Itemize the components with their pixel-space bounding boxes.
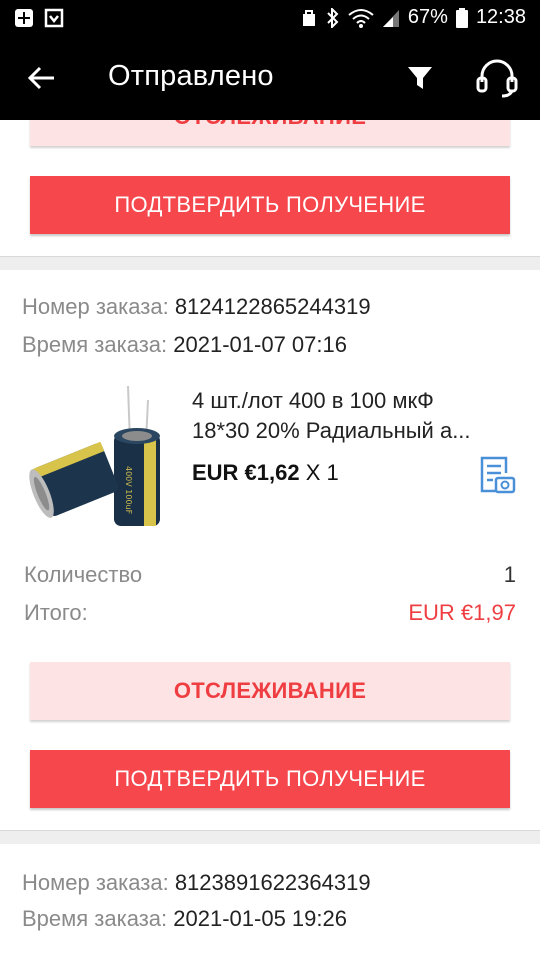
wifi-icon (348, 8, 374, 28)
order-number-value: 8124122865244319 (174, 294, 371, 319)
orders-list[interactable]: ОТСЛЕЖИВАНИЕ ПОДТВЕРДИТЬ ПОЛУЧЕНИЕ Номер… (0, 120, 540, 960)
page-title: Отправлено (108, 60, 274, 92)
track-button-label: ОТСЛЕЖИВАНИЕ (173, 678, 367, 703)
app-bar: Отправлено (0, 38, 540, 120)
order-time-value: 2021-01-07 07:16 (173, 332, 347, 357)
confirm-button-label: ПОДТВЕРДИТЬ ПОЛУЧЕНИЕ (114, 766, 426, 791)
product-title[interactable]: 4 шт./лот 400 в 100 мкФ 18*30 20% Радиал… (192, 386, 510, 446)
product-title-line-1: 4 шт./лот 400 в 100 мкФ (192, 388, 434, 413)
headset-support-icon[interactable] (474, 58, 520, 98)
track-button[interactable]: ОТСЛЕЖИВАНИЕ (30, 662, 510, 720)
total-value: EUR €1,97 (408, 600, 516, 625)
battery-percent: 67% (407, 6, 448, 28)
quantity-label: Количество (24, 562, 143, 587)
card-divider (0, 830, 540, 844)
product-price: EUR €1,62 (192, 460, 300, 485)
product-quantity: X 1 (305, 460, 339, 485)
filter-icon[interactable] (406, 64, 434, 92)
confirm-receipt-button-previous[interactable]: ПОДТВЕРДИТЬ ПОЛУЧЕНИЕ (30, 176, 510, 234)
download-notification-icon (44, 8, 64, 28)
add-notification-icon (15, 9, 33, 27)
quantity-value: 1 (503, 562, 516, 587)
product-price-row: EUR €1,62 X 1 (192, 460, 339, 486)
signal-icon (382, 9, 399, 27)
order-number-value: 8123891622364319 (174, 870, 371, 895)
order-time-label: Время заказа: (22, 906, 168, 931)
confirm-receipt-button[interactable]: ПОДТВЕРДИТЬ ПОЛУЧЕНИЕ (30, 750, 510, 808)
order-snapshot-icon[interactable] (478, 455, 516, 495)
track-button-previous[interactable]: ОТСЛЕЖИВАНИЕ (30, 120, 510, 146)
back-arrow-icon[interactable] (26, 62, 58, 94)
quantity-row: Количество 1 (24, 562, 516, 588)
order-number-row: Номер заказа: 8124122865244319 (22, 294, 371, 320)
status-left-icons (14, 8, 64, 28)
total-row: Итого: EUR €1,97 (24, 600, 516, 626)
total-label: Итого: (24, 600, 88, 625)
product-title-line-2: 18*30 20% Радиальный а... (192, 418, 471, 443)
confirm-button-label: ПОДТВЕРДИТЬ ПОЛУЧЕНИЕ (114, 192, 426, 217)
bluetooth-icon (327, 7, 339, 28)
order-number-row: Номер заказа: 8123891622364319 (22, 870, 371, 896)
screen: 67% 12:38 Отправлено ОТСЛЕЖИВАНИЕ (0, 0, 540, 960)
capacitor-label: 400V 100uF (124, 466, 133, 515)
track-button-label: ОТСЛЕЖИВАНИЕ (174, 120, 366, 130)
status-right-icons: 67% 12:38 (300, 6, 526, 29)
status-bar: 67% 12:38 (0, 0, 540, 38)
product-image[interactable]: 400V 100uF (22, 382, 174, 532)
order-time-label: Время заказа: (22, 332, 168, 357)
clock: 12:38 (475, 6, 526, 28)
order-time-value: 2021-01-05 19:26 (173, 906, 347, 931)
card-divider (0, 256, 540, 270)
order-time-row: Время заказа: 2021-01-05 19:26 (22, 906, 347, 932)
order-number-label: Номер заказа: (22, 870, 169, 895)
battery-icon (455, 7, 468, 28)
alarm-icon (302, 9, 315, 26)
order-time-row: Время заказа: 2021-01-07 07:16 (22, 332, 347, 358)
order-number-label: Номер заказа: (22, 294, 169, 319)
